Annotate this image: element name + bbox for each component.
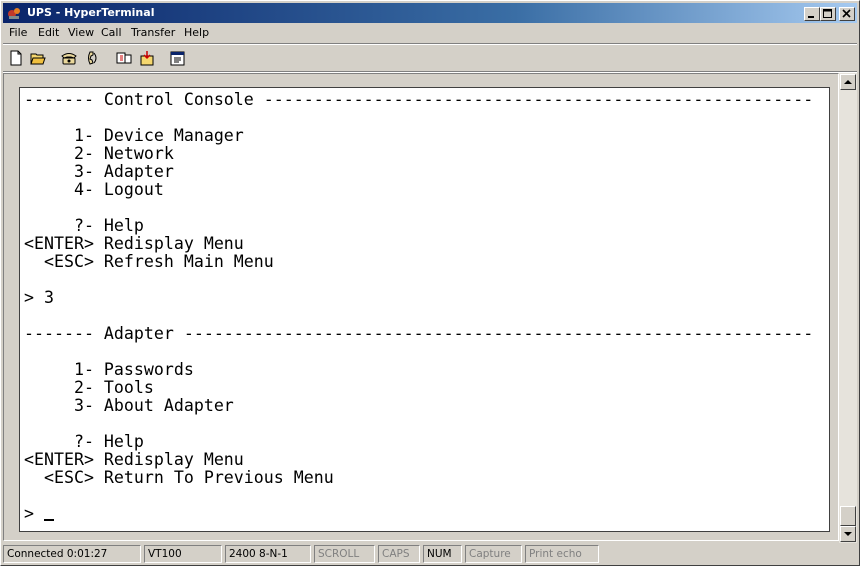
terminal-line: 4- Logout [24, 180, 164, 199]
receive-icon [140, 51, 154, 66]
hyperterminal-window: UPS - HyperTerminal File Edit View Call … [0, 0, 860, 566]
menu-transfer[interactable]: Transfer [131, 26, 175, 39]
scroll-down-button[interactable] [840, 526, 856, 542]
terminal-line: <ESC> Refresh Main Menu [24, 252, 274, 271]
status-num: NUM [423, 545, 462, 563]
toolbar [3, 45, 857, 71]
scrollbar-thumb[interactable] [840, 506, 856, 526]
status-connected: Connected 0:01:27 [3, 545, 141, 563]
minimize-button[interactable] [804, 7, 820, 21]
maximize-icon [823, 9, 832, 18]
menu-edit[interactable]: Edit [38, 26, 59, 39]
status-bar: Connected 0:01:27 VT100 2400 8-N-1 SCROL… [3, 544, 857, 564]
disconnect-button[interactable] [82, 47, 104, 69]
menu-file[interactable]: File [9, 26, 27, 39]
new-icon [10, 50, 22, 66]
scroll-down-arrow-icon [844, 532, 852, 536]
minimize-icon [808, 16, 814, 18]
terminal-frame: ------- Control Console ----------------… [3, 73, 839, 541]
terminal-screen[interactable]: ------- Control Console ----------------… [19, 87, 830, 532]
terminal-line: <ENTER> Redisplay Menu [24, 234, 244, 253]
terminal-line: ?- Help [24, 216, 144, 235]
properties-button[interactable] [167, 47, 189, 69]
send-icon [116, 52, 132, 64]
menu-call[interactable]: Call [101, 26, 122, 39]
receive-button[interactable] [136, 47, 158, 69]
menu-bar: File Edit View Call Transfer Help [3, 24, 857, 42]
status-scroll: SCROLL [314, 545, 375, 563]
status-settings: 2400 8-N-1 [225, 545, 311, 563]
send-button[interactable] [113, 47, 135, 69]
scroll-up-button[interactable] [840, 74, 856, 90]
terminal-line: > [24, 505, 813, 523]
call-button[interactable] [58, 47, 80, 69]
menu-view[interactable]: View [68, 26, 94, 39]
terminal-output: ------- Control Console ----------------… [24, 91, 813, 523]
status-capture: Capture [465, 545, 522, 563]
terminal-line: <ESC> Return To Previous Menu [24, 468, 334, 487]
terminal-line: 2- Network [24, 144, 174, 163]
terminal-line: 1- Device Manager [24, 126, 244, 145]
phone-call-icon [61, 53, 77, 65]
scroll-up-arrow-icon [844, 80, 852, 84]
text-cursor [43, 519, 54, 521]
terminal-line: 3- Adapter [24, 162, 174, 181]
terminal-line: 2- Tools [24, 378, 154, 397]
properties-icon [170, 51, 185, 66]
close-icon [842, 9, 851, 18]
terminal-line: ------- Adapter ------------------------… [24, 324, 814, 343]
maximize-button[interactable] [820, 7, 836, 21]
terminal-line: <ENTER> Redisplay Menu [24, 450, 244, 469]
terminal-line: 3- About Adapter [24, 396, 234, 415]
status-caps: CAPS [378, 545, 420, 563]
close-button[interactable] [839, 7, 855, 21]
status-emulation: VT100 [144, 545, 222, 563]
terminal-line: ?- Help [24, 432, 144, 451]
open-icon [30, 53, 46, 65]
window-title: UPS - HyperTerminal [27, 6, 155, 19]
disconnect-icon [88, 51, 97, 65]
open-button[interactable] [27, 47, 49, 69]
status-print-echo: Print echo [525, 545, 599, 563]
hyperterminal-app-icon[interactable] [7, 6, 23, 20]
title-bar[interactable]: UPS - HyperTerminal [3, 3, 857, 23]
vertical-scrollbar[interactable] [839, 73, 857, 543]
terminal-line: ------- Control Console ----------------… [24, 90, 814, 109]
menu-help[interactable]: Help [184, 26, 209, 39]
new-connection-button[interactable] [5, 47, 27, 69]
terminal-line: 1- Passwords [24, 360, 194, 379]
terminal-line: > 3 [24, 288, 54, 307]
